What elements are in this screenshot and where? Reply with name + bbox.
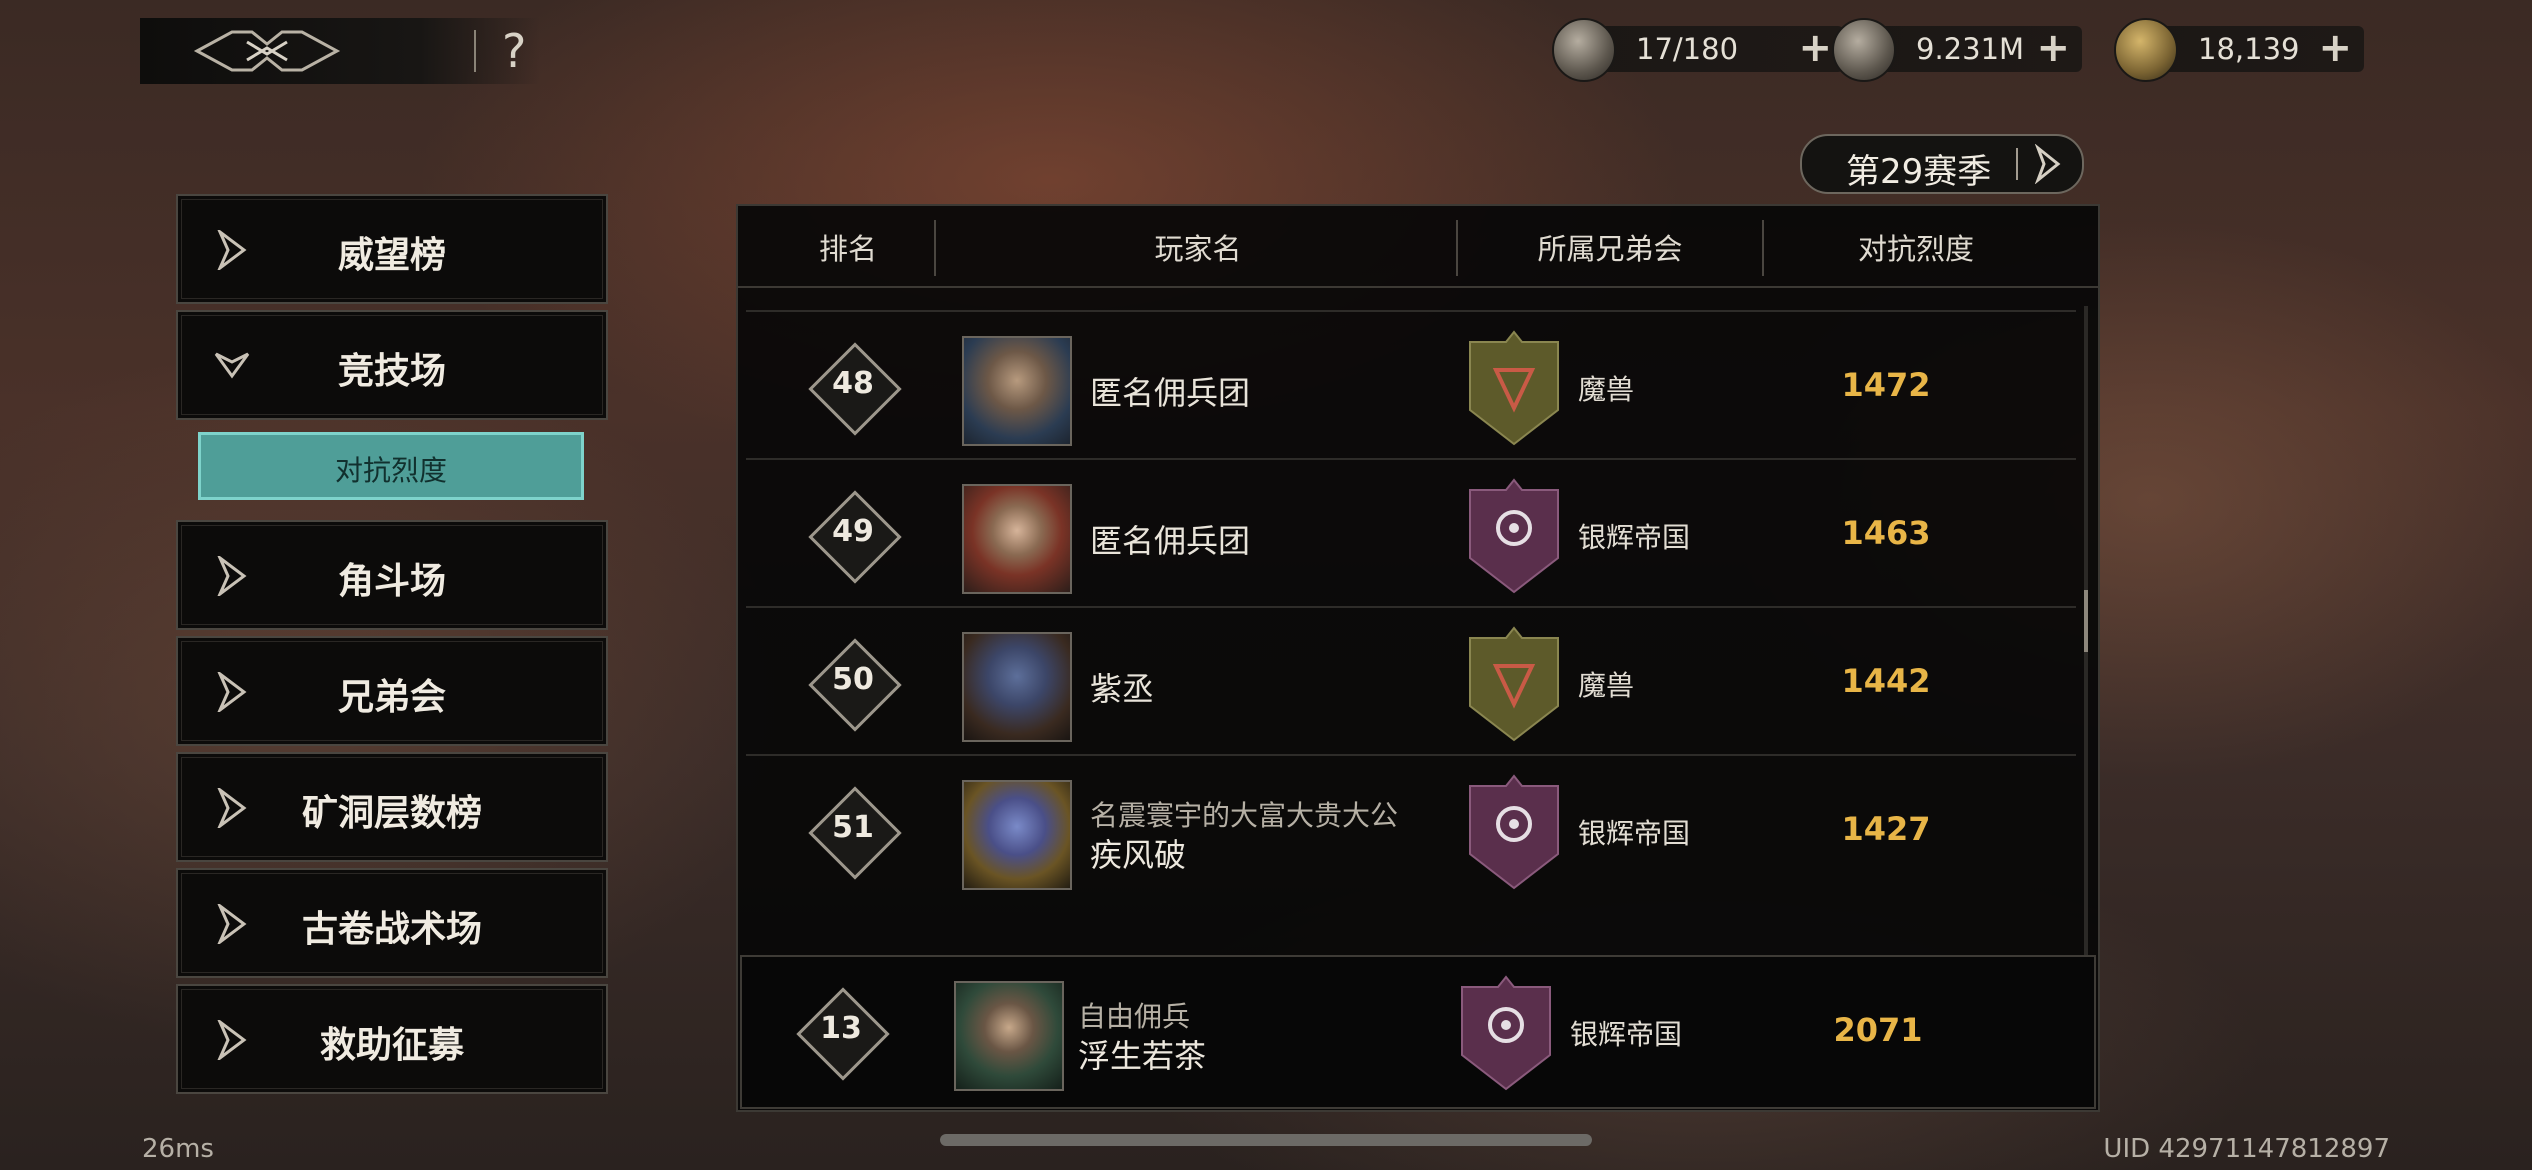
intensity-score: 2071 [1833, 1011, 1923, 1049]
sidebar-item-mine-depth[interactable]: 矿洞层数榜 [176, 752, 608, 862]
player-avatar[interactable] [954, 981, 1064, 1091]
intensity-score: 1442 [1841, 662, 1931, 700]
rank-number: 49 [832, 514, 874, 549]
table-row[interactable]: 48 匿名佣兵团 魔兽 1472 [746, 310, 2076, 458]
currency-silver: 9.231M + [1832, 18, 2082, 82]
home-indicator[interactable] [940, 1134, 1592, 1146]
table-row[interactable]: 50 紫丞 魔兽 1442 [746, 606, 2076, 754]
player-name: 紫丞 [1090, 670, 1155, 708]
scrollbar-thumb[interactable] [2084, 590, 2088, 652]
add-gold-button[interactable]: + [2318, 28, 2352, 68]
guild-crest-icon [1469, 774, 1559, 890]
header-brotherhood: 所属兄弟会 [1537, 232, 1683, 266]
guild-name: 银辉帝国 [1578, 521, 1691, 554]
season-divider [2016, 148, 2018, 180]
guild-crest-icon [1469, 478, 1559, 594]
sidebar-subitem-label: 对抗烈度 [334, 454, 447, 487]
sidebar-item-label: 古卷战术场 [301, 908, 482, 950]
currency-value: 9.231M [1916, 32, 2025, 66]
header-divider [1762, 220, 1764, 276]
player-name: 匿名佣兵团 [1090, 374, 1251, 412]
silver-coin-icon [1832, 18, 1896, 82]
top-left-panel: ? [140, 18, 540, 84]
game-logo-icon[interactable] [192, 24, 342, 78]
guild-name: 魔兽 [1578, 373, 1635, 406]
header-rank: 排名 [818, 232, 877, 266]
sidebar-item-scroll-tactics[interactable]: 古卷战术场 [176, 868, 608, 978]
add-silver-button[interactable]: + [2036, 28, 2070, 68]
user-uid: UID 42971147812897 [2103, 1134, 2390, 1164]
stamina-icon [1552, 18, 1616, 82]
rank-number: 48 [832, 366, 874, 401]
sidebar-item-brotherhood[interactable]: 兄弟会 [176, 636, 608, 746]
sidebar-item-label: 矿洞层数榜 [301, 792, 482, 834]
player-avatar[interactable] [962, 336, 1072, 446]
currency-stamina: 17/180 + [1552, 18, 1844, 82]
sidebar-item-prestige[interactable]: 威望榜 [176, 194, 608, 304]
player-title: 名震寰宇的大富大贵大公 [1090, 799, 1399, 832]
sidebar-item-arena[interactable]: 竞技场 [176, 310, 608, 420]
player-title: 自由佣兵 [1078, 1000, 1191, 1033]
intensity-score: 1427 [1841, 810, 1931, 848]
currency-value: 18,139 [2198, 32, 2300, 66]
guild-crest-icon [1469, 330, 1559, 446]
intensity-score: 1463 [1841, 514, 1931, 552]
guild-crest-icon [1469, 626, 1559, 742]
help-button[interactable]: ? [502, 24, 526, 78]
logo-divider [474, 30, 476, 72]
player-name: 浮生若茶 [1078, 1037, 1207, 1075]
table-row[interactable]: 49 匿名佣兵团 银辉帝国 1463 [746, 458, 2076, 606]
chevron-right-icon [2034, 144, 2061, 184]
player-avatar[interactable] [962, 484, 1072, 594]
sidebar-item-label: 竞技场 [337, 350, 446, 392]
guild-crest-icon [1461, 975, 1551, 1091]
sidebar-item-label: 角斗场 [337, 560, 446, 602]
sidebar-subitem-intensity[interactable]: 对抗烈度 [198, 432, 584, 500]
intensity-score: 1472 [1841, 366, 1931, 404]
header-divider [1456, 220, 1458, 276]
guild-name: 银辉帝国 [1570, 1018, 1683, 1051]
rank-number: 50 [832, 662, 874, 697]
my-rank-row[interactable]: 13 自由佣兵 浮生若茶 银辉帝国 2071 [740, 955, 2096, 1109]
rank-number: 13 [820, 1011, 862, 1046]
header-divider [934, 220, 936, 276]
add-stamina-button[interactable]: + [1798, 28, 1832, 68]
currency-gold: 18,139 + [2114, 18, 2364, 82]
season-label: 第29赛季 [1846, 152, 1992, 192]
sidebar-item-label: 威望榜 [337, 234, 446, 276]
player-avatar[interactable] [962, 632, 1072, 742]
player-avatar[interactable] [962, 780, 1072, 890]
guild-name: 银辉帝国 [1578, 817, 1691, 850]
player-name: 匿名佣兵团 [1090, 522, 1251, 560]
currency-value: 17/180 [1636, 32, 1739, 66]
rank-number: 51 [832, 810, 874, 845]
sidebar-item-rescue-recruit[interactable]: 救助征募 [176, 984, 608, 1094]
header-intensity: 对抗烈度 [1857, 232, 1974, 266]
gold-coin-icon [2114, 18, 2178, 82]
player-name: 疾风破 [1090, 836, 1187, 874]
guild-name: 魔兽 [1578, 669, 1635, 702]
season-selector[interactable]: 第29赛季 [1800, 134, 2084, 194]
latency-indicator: 26ms [142, 1134, 214, 1164]
sidebar-item-gladiator[interactable]: 角斗场 [176, 520, 608, 630]
table-header: 排名 玩家名 所属兄弟会 对抗烈度 [738, 206, 2098, 288]
sidebar-item-label: 兄弟会 [337, 676, 446, 718]
header-player: 玩家名 [1154, 232, 1242, 266]
table-row[interactable]: 51 名震寰宇的大富大贵大公 疾风破 银辉帝国 1427 [746, 754, 2076, 902]
sidebar-item-label: 救助征募 [319, 1024, 464, 1066]
